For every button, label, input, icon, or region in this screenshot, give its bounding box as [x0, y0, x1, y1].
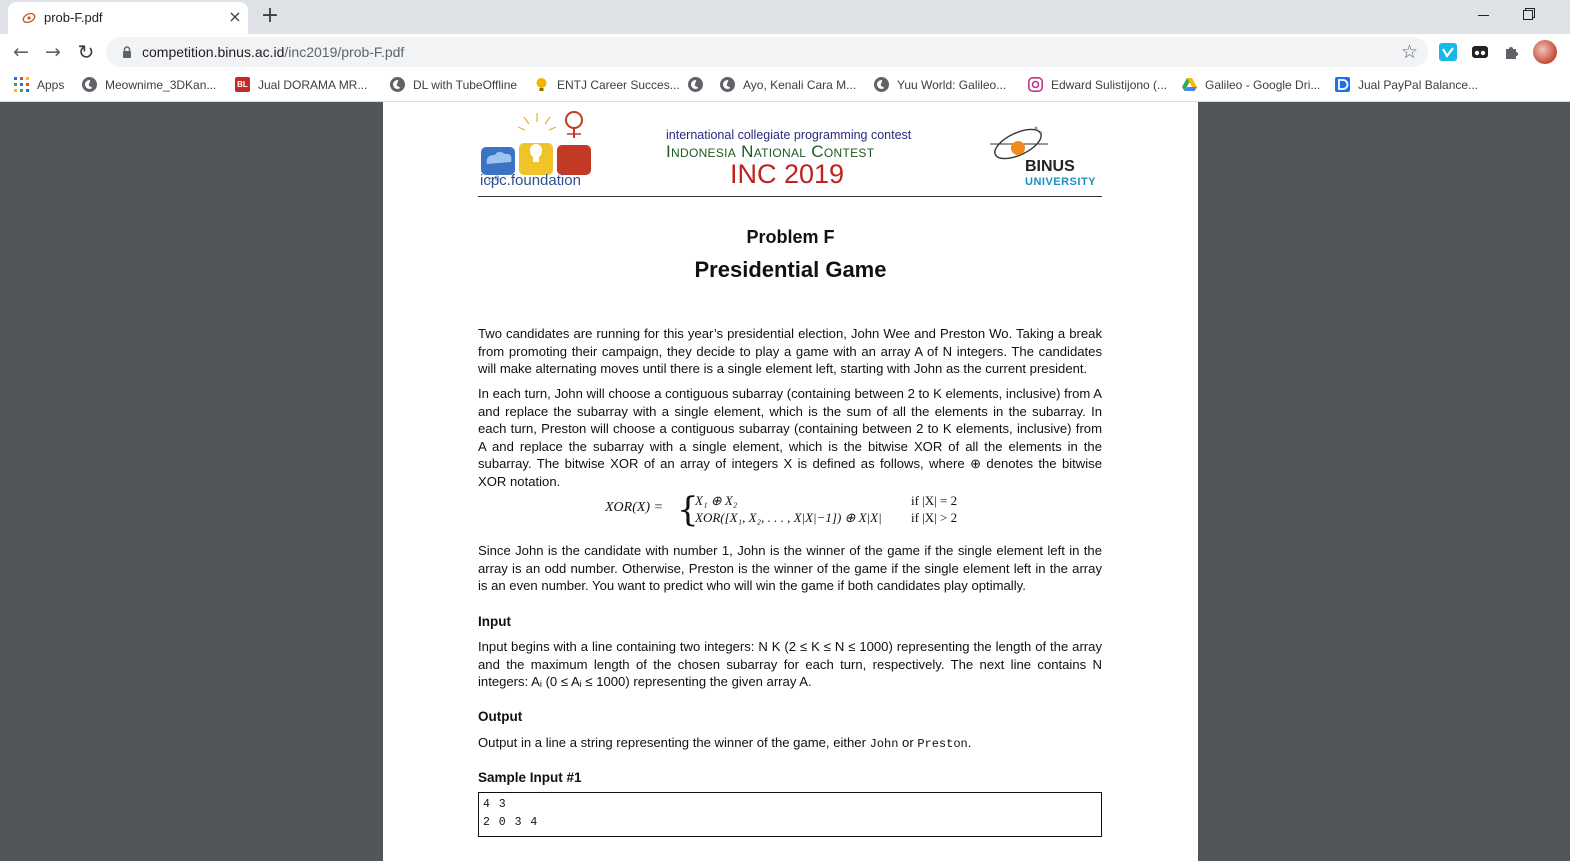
bookmark-label: Meownime_3DKan... — [105, 78, 217, 92]
vimeo-extension-icon[interactable] — [1439, 43, 1457, 61]
url-host: competition.binus.ac.id — [142, 44, 285, 60]
tab-strip: prob-F.pdf × + — [0, 0, 1570, 34]
bookmark-label: Jual DORAMA MR... — [258, 78, 368, 92]
bookmarks-bar: Apps Meownime_3DKan... BL Jual DORAMA MR… — [0, 70, 1570, 102]
bookmark-label: Apps — [37, 78, 65, 92]
paragraph-text: Input begins with a line containing two … — [478, 639, 1102, 689]
restore-button[interactable] — [1518, 4, 1540, 24]
forward-button[interactable]: → — [41, 40, 65, 64]
formula-cond-2: if |X| > 2 — [911, 510, 958, 525]
bookmark-star-icon[interactable]: ☆ — [1401, 41, 1418, 63]
statement-paragraph-1: Two candidates are running for this year… — [478, 325, 1102, 378]
problem-title: Presidential Game — [694, 257, 887, 282]
address-bar[interactable]: competition.binus.ac.id/inc2019/prob-F.p… — [106, 37, 1428, 67]
output-text: Output in a line a string representing t… — [478, 735, 870, 750]
url-path: /inc2019/prob-F.pdf — [284, 44, 405, 60]
output-heading: Output — [478, 709, 523, 724]
paragraph-text: Output in a line a string representing t… — [478, 734, 1102, 754]
globe-icon — [874, 77, 889, 92]
sample-line: 4 3 — [483, 798, 507, 811]
output-or: or — [898, 735, 918, 750]
minimize-button[interactable] — [1473, 4, 1495, 24]
paragraph-text: Two candidates are running for this year… — [478, 326, 1102, 376]
bookmark-label: ENTJ Career Succes... — [557, 78, 680, 92]
browser-toolbar: ← → ↻ competition.binus.ac.id/inc2019/pr… — [0, 34, 1570, 70]
bookmark-globe[interactable] — [688, 76, 704, 94]
input-description: Input begins with a line containing two … — [478, 638, 1102, 691]
instagram-icon — [1028, 77, 1043, 92]
header-divider — [478, 196, 1102, 197]
icpc-foundation-text: icpc.foundation — [480, 172, 581, 189]
globe-icon — [82, 77, 97, 92]
profile-avatar[interactable] — [1533, 40, 1557, 64]
output-description: Output in a line a string representing t… — [478, 734, 1102, 754]
apps-grid-icon — [14, 77, 29, 92]
contest-year-title: INC 2019 — [730, 159, 845, 189]
tab-prob-f[interactable]: prob-F.pdf × — [8, 2, 248, 34]
formula-cond-1: if |X| = 2 — [911, 493, 958, 508]
new-tab-button[interactable]: + — [259, 5, 281, 27]
bookmark-label: Edward Sulistijono (... — [1051, 78, 1168, 92]
problem-label: Problem F — [746, 227, 835, 247]
d-icon — [1335, 77, 1350, 92]
url-text: competition.binus.ac.id/inc2019/prob-F.p… — [142, 44, 404, 60]
globe-icon — [390, 77, 405, 92]
bl-icon: BL — [235, 77, 250, 92]
formula-case-2: XOR([X₁, X₂, . . . , X|X|−1]) ⊕ X|X| — [695, 510, 882, 525]
bookmark-label: Galileo - Google Dri... — [1205, 78, 1321, 92]
bookmark-label: DL with TubeOffline — [413, 78, 518, 92]
statement-paragraph-3: Since John is the candidate with number … — [478, 542, 1102, 595]
output-end: . — [967, 735, 972, 750]
binus-university: UNIVERSITY — [1025, 176, 1097, 188]
statement-paragraph-2: In each turn, John will choose a contigu… — [478, 385, 1102, 490]
pdf-viewer: icpc.foundation international collegiate… — [0, 102, 1570, 861]
bookmark-label: Yuu World: Galileo... — [897, 78, 1007, 92]
reload-button[interactable]: ↻ — [74, 40, 98, 64]
formula-case-1: X₁ ⊕ X₂ — [695, 493, 738, 508]
contest-subtitle: international collegiate programming con… — [666, 128, 912, 142]
sample-line: 2 0 3 4 — [483, 816, 539, 829]
paragraph-text: In each turn, John will choose a contigu… — [478, 386, 1102, 489]
extensions-puzzle-icon[interactable] — [1503, 43, 1521, 61]
pdf-favicon-icon — [22, 12, 36, 24]
pdf-page: icpc.foundation international collegiate… — [383, 102, 1198, 861]
bulb-icon — [536, 78, 547, 91]
formula-lhs: XOR(X) = — [605, 500, 664, 515]
tab-title: prob-F.pdf — [44, 10, 103, 25]
google-drive-icon — [1182, 78, 1197, 91]
tabs-extension-icon[interactable] — [1471, 43, 1489, 61]
output-john: John — [869, 737, 899, 751]
bookmark-label: Ayo, Kenali Cara M... — [743, 78, 857, 92]
paragraph-text: Since John is the candidate with number … — [478, 543, 1102, 593]
output-preston: Preston — [917, 737, 968, 751]
lock-icon — [123, 46, 131, 58]
globe-icon — [688, 77, 703, 92]
tab-close-icon[interactable]: × — [225, 7, 245, 27]
binus-name: BINUS — [1025, 158, 1075, 175]
input-heading: Input — [478, 614, 511, 629]
sample-input-heading: Sample Input #1 — [478, 770, 582, 785]
globe-icon — [720, 77, 735, 92]
back-button[interactable]: ← — [9, 40, 33, 64]
xor-formula: XOR(X) = { X₁ ⊕ X₂ XOR([X₁, X₂, . . . , … — [605, 490, 1005, 532]
sample-input-box: 4 3 2 0 3 4 — [478, 792, 1102, 837]
bookmark-label: Jual PayPal Balance... — [1358, 78, 1479, 92]
